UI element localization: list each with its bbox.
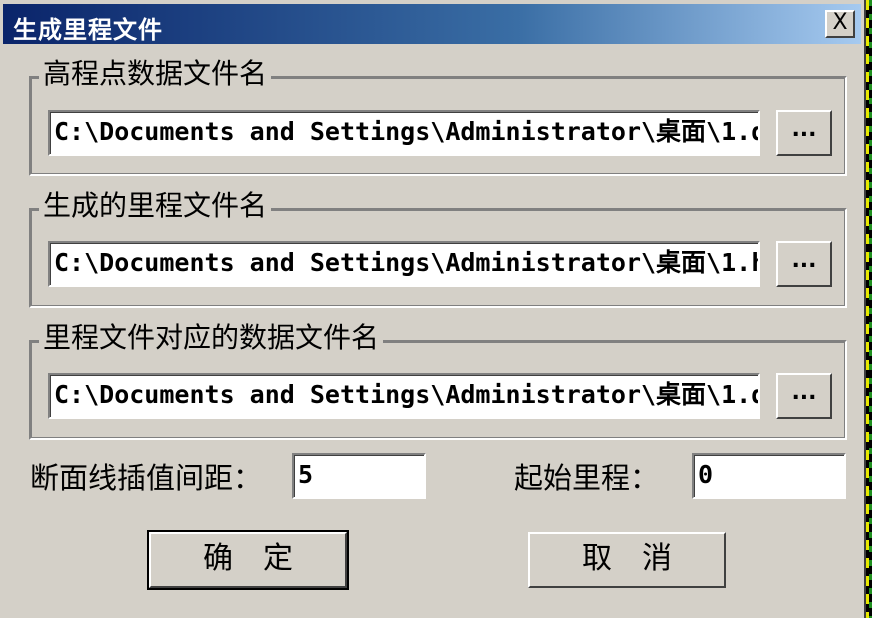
elevation-data-file-input[interactable]: C:\Documents and Settings\Administrator\…	[48, 110, 760, 156]
interval-input[interactable]: 5	[292, 453, 426, 499]
generate-mileage-dialog: 生成里程文件 X 高程点数据文件名 C:\Documents and Setti…	[0, 0, 866, 618]
mileage-output-browse-button[interactable]: ...	[776, 241, 832, 287]
start-mileage-input[interactable]: 0	[692, 453, 846, 499]
mileage-data-file-input[interactable]: C:\Documents and Settings\Administrator\…	[48, 373, 760, 419]
interval-label: 断面线插值间距：	[30, 461, 263, 495]
elevation-data-label: 高程点数据文件名	[39, 56, 272, 92]
title-bar[interactable]: 生成里程文件 X	[3, 4, 861, 44]
mileage-output-file-input[interactable]: C:\Documents and Settings\Administrator\…	[48, 241, 760, 287]
close-icon: X	[832, 10, 848, 35]
cancel-button[interactable]: 取消	[528, 532, 726, 588]
ok-button[interactable]: 确定	[147, 530, 349, 590]
mileage-data-browse-button[interactable]: ...	[776, 373, 832, 419]
elevation-data-browse-button[interactable]: ...	[776, 110, 832, 156]
start-mileage-label: 起始里程：	[514, 461, 660, 495]
mileage-output-label: 生成的里程文件名	[39, 188, 272, 224]
window-title: 生成里程文件	[13, 16, 163, 44]
mileage-data-label: 里程文件对应的数据文件名	[39, 320, 384, 356]
close-button[interactable]: X	[825, 10, 855, 38]
